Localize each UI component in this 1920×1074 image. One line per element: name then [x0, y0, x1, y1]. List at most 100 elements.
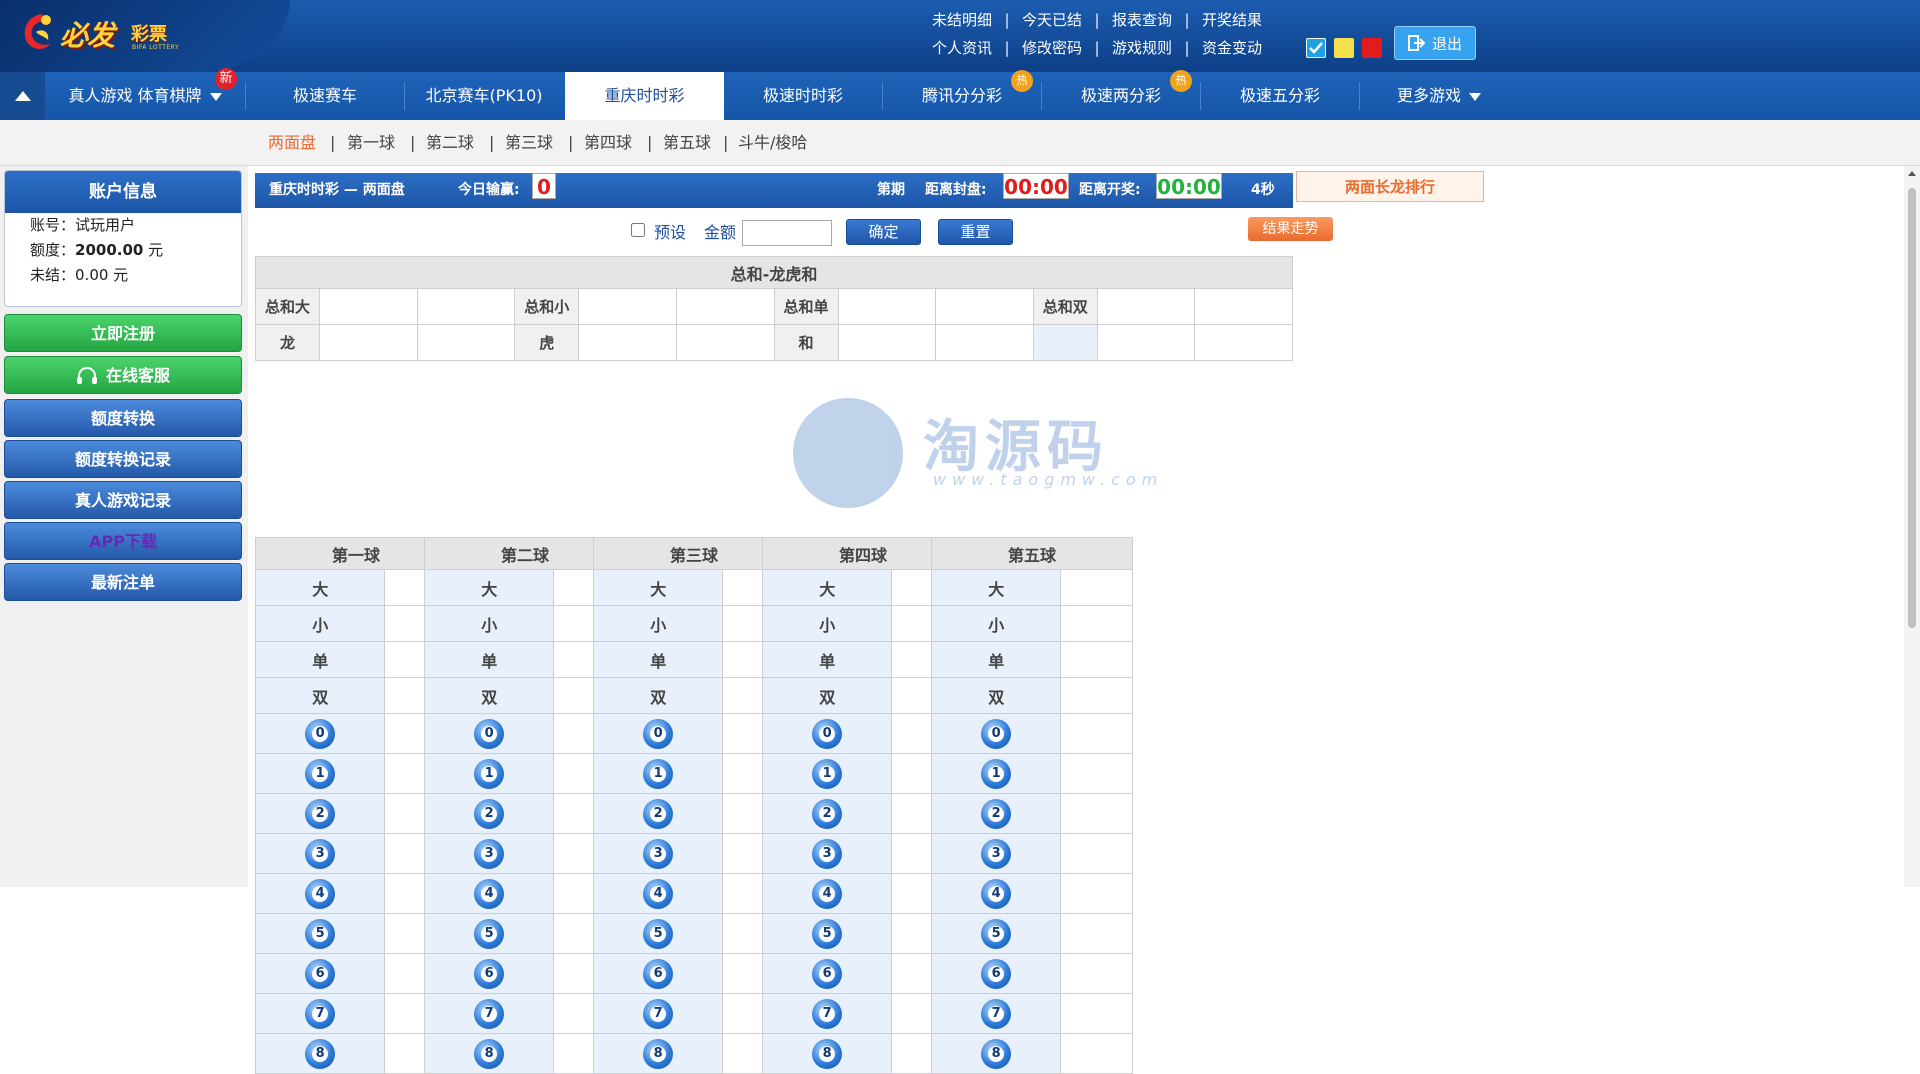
bet-option[interactable]: 大: [930, 569, 1062, 606]
number-option[interactable]: 6: [254, 953, 386, 994]
app-download-button[interactable]: APP下载: [4, 522, 242, 560]
nav-jisu-ssc[interactable]: 极速时时彩: [724, 72, 882, 120]
bet-input-cell[interactable]: [416, 324, 516, 361]
link-unsettled[interactable]: 未结明细: [932, 11, 992, 29]
bet-option[interactable]: 单: [592, 641, 724, 678]
number-option[interactable]: 6: [761, 953, 893, 994]
bet-label[interactable]: 和: [773, 324, 839, 361]
bet-input-cell[interactable]: [1060, 993, 1133, 1034]
bet-input-cell[interactable]: [1060, 1033, 1133, 1074]
bet-option[interactable]: 双: [423, 677, 555, 714]
page-scrollbar[interactable]: [1904, 166, 1920, 887]
link-change-password[interactable]: 修改密码: [1022, 39, 1082, 57]
number-option[interactable]: 4: [254, 873, 386, 914]
number-option[interactable]: 3: [592, 833, 724, 874]
number-option[interactable]: 4: [592, 873, 724, 914]
number-option[interactable]: 0: [254, 713, 386, 754]
number-option[interactable]: 4: [930, 873, 1062, 914]
bet-option[interactable]: 单: [254, 641, 386, 678]
bet-label[interactable]: 总和单: [773, 288, 839, 325]
nav-more-games[interactable]: 更多游戏: [1360, 72, 1518, 120]
bet-input-cell[interactable]: [1060, 793, 1133, 834]
bet-input-cell[interactable]: [1060, 833, 1133, 874]
subnav-ball-5[interactable]: 第五球: [663, 120, 711, 166]
nav-collapse-button[interactable]: [0, 72, 45, 120]
bet-label[interactable]: 总和大: [255, 288, 320, 325]
number-option[interactable]: 6: [930, 953, 1062, 994]
bet-option[interactable]: 大: [761, 569, 893, 606]
theme-red[interactable]: [1362, 38, 1382, 58]
bet-input-cell[interactable]: [1060, 753, 1133, 794]
bet-option[interactable]: 单: [423, 641, 555, 678]
number-option[interactable]: 7: [930, 993, 1062, 1034]
number-option[interactable]: 8: [761, 1033, 893, 1074]
link-results[interactable]: 开奖结果: [1202, 11, 1262, 29]
subnav-ball-2[interactable]: 第二球: [426, 120, 474, 166]
refresh-seconds[interactable]: 4秒: [1251, 173, 1275, 208]
bet-input-cell[interactable]: [1060, 569, 1133, 606]
bet-option[interactable]: 小: [930, 605, 1062, 642]
live-game-records-button[interactable]: 真人游戏记录: [4, 481, 242, 519]
link-game-rules[interactable]: 游戏规则: [1112, 39, 1172, 57]
nav-tencent-ffc[interactable]: 腾讯分分彩热: [883, 70, 1041, 120]
bet-label[interactable]: 总和双: [1032, 288, 1098, 325]
nav-jisu-saiche[interactable]: 极速赛车: [246, 72, 404, 120]
theme-yellow[interactable]: [1334, 38, 1354, 58]
long-dragon-rank-button[interactable]: 两面长龙排行: [1296, 171, 1484, 202]
nav-beijing-pk10[interactable]: 北京赛车(PK10): [405, 72, 563, 120]
number-option[interactable]: 3: [254, 833, 386, 874]
number-option[interactable]: 4: [761, 873, 893, 914]
number-option[interactable]: 1: [423, 753, 555, 794]
bet-label[interactable]: 总和小: [514, 288, 580, 325]
register-button[interactable]: 立即注册: [4, 314, 242, 352]
number-option[interactable]: 1: [930, 753, 1062, 794]
number-option[interactable]: 7: [254, 993, 386, 1034]
number-option[interactable]: 0: [761, 713, 893, 754]
link-reports[interactable]: 报表查询: [1112, 11, 1172, 29]
transfer-records-button[interactable]: 额度转换记录: [4, 440, 242, 478]
number-option[interactable]: 2: [592, 793, 724, 834]
bet-option[interactable]: 小: [761, 605, 893, 642]
bet-input-cell[interactable]: [1194, 324, 1293, 361]
link-settled-today[interactable]: 今天已结: [1022, 11, 1082, 29]
link-funds[interactable]: 资金变动: [1202, 39, 1262, 57]
number-option[interactable]: 6: [423, 953, 555, 994]
number-option[interactable]: 8: [254, 1033, 386, 1074]
nav-jisu-5fc[interactable]: 极速五分彩: [1201, 72, 1359, 120]
scroll-up-icon[interactable]: [1904, 166, 1920, 180]
bet-input-cell[interactable]: [1060, 713, 1133, 754]
subnav-two-sides[interactable]: 两面盘: [268, 120, 316, 166]
number-option[interactable]: 6: [592, 953, 724, 994]
number-option[interactable]: 3: [423, 833, 555, 874]
number-option[interactable]: 0: [423, 713, 555, 754]
number-option[interactable]: 2: [423, 793, 555, 834]
bet-option[interactable]: 大: [423, 569, 555, 606]
bet-input-cell[interactable]: [1060, 953, 1133, 994]
reset-button[interactable]: 重置: [938, 219, 1013, 245]
nav-live-sports[interactable]: 真人游戏 体育棋牌新: [45, 68, 245, 120]
bet-option[interactable]: 单: [930, 641, 1062, 678]
number-option[interactable]: 7: [761, 993, 893, 1034]
bet-option[interactable]: 单: [761, 641, 893, 678]
confirm-button[interactable]: 确定: [846, 219, 921, 245]
number-option[interactable]: 4: [423, 873, 555, 914]
bet-input-cell[interactable]: [935, 324, 1034, 361]
subnav-niuniu[interactable]: 斗牛/梭哈: [738, 120, 807, 166]
subnav-ball-1[interactable]: 第一球: [347, 120, 395, 166]
number-option[interactable]: 1: [254, 753, 386, 794]
bet-option[interactable]: 大: [592, 569, 724, 606]
number-option[interactable]: 3: [761, 833, 893, 874]
number-option[interactable]: 2: [254, 793, 386, 834]
bet-label[interactable]: 龙: [255, 324, 320, 361]
bet-input-cell[interactable]: [1194, 288, 1293, 325]
number-option[interactable]: 1: [761, 753, 893, 794]
bet-option[interactable]: 双: [592, 677, 724, 714]
number-option[interactable]: 5: [930, 913, 1062, 954]
number-option[interactable]: 0: [592, 713, 724, 754]
nav-jisu-2fc[interactable]: 极速两分彩热: [1042, 70, 1200, 120]
subnav-ball-3[interactable]: 第三球: [505, 120, 553, 166]
customer-service-button[interactable]: 在线客服: [4, 356, 242, 394]
number-option[interactable]: 5: [254, 913, 386, 954]
bet-input-cell[interactable]: [1060, 913, 1133, 954]
bet-label[interactable]: 虎: [514, 324, 580, 361]
